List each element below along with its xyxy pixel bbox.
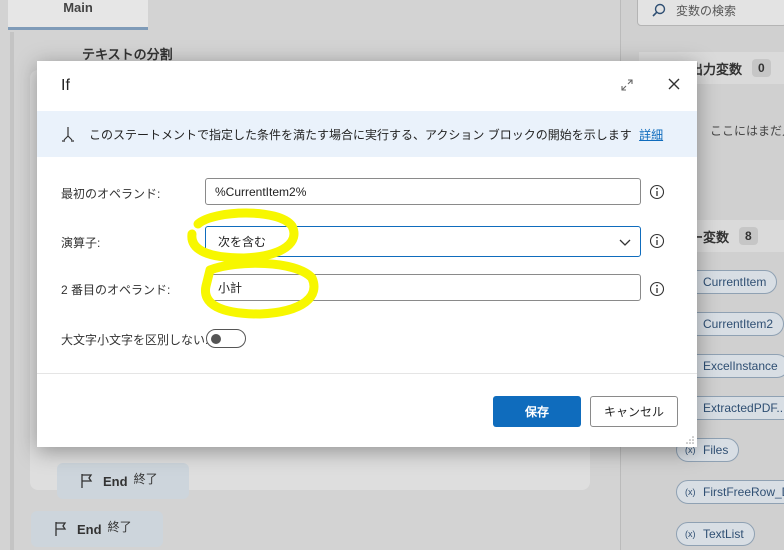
cancel-button[interactable]: キャンセル	[590, 396, 678, 427]
end-label: End	[103, 473, 128, 489]
dialog-title: If	[61, 77, 70, 94]
if-statement-icon	[62, 127, 74, 142]
second-operand-value: 小計	[218, 281, 243, 295]
variable-name: TextList	[703, 527, 744, 541]
end-label: End	[77, 521, 102, 537]
toggle-knob	[211, 334, 221, 344]
variable-name: ExtractedPDF...	[703, 401, 784, 415]
info-icon[interactable]	[649, 184, 665, 200]
info-band: このステートメントで指定した条件を満たす場合に実行する、アクション ブロックの開…	[37, 111, 697, 157]
search-icon	[652, 3, 666, 17]
search-placeholder: 変数の検索	[676, 3, 737, 18]
variable-chip[interactable]: (x) FirstFreeRow_D	[676, 480, 784, 504]
info-icon[interactable]	[649, 233, 665, 249]
variable-icon: (x)	[685, 529, 696, 539]
info-text: このステートメントで指定した条件を満たす場合に実行する、アクション ブロックの開…	[89, 127, 632, 142]
save-button[interactable]: 保存	[493, 396, 581, 427]
first-operand-input[interactable]: %CurrentItem2%	[205, 178, 641, 205]
io-variables-count: 0	[752, 59, 771, 77]
first-operand-label: 最初のオペランド:	[61, 187, 161, 201]
learn-more-link[interactable]: 詳細	[639, 128, 663, 142]
variable-name: CurrentItem2	[703, 317, 774, 331]
resize-grip-icon[interactable]	[685, 435, 695, 445]
end-block-outer[interactable]: End 終了	[31, 511, 163, 547]
flow-variables-count: 8	[739, 227, 758, 245]
variable-name: Files	[703, 443, 729, 457]
variable-icon: (x)	[685, 487, 696, 497]
operator-select[interactable]: 次を含む	[205, 226, 641, 257]
io-empty-note: ここにはまだ入力	[710, 124, 784, 138]
flag-icon	[81, 474, 93, 488]
variable-name: FirstFreeRow_D	[703, 485, 784, 499]
expand-icon[interactable]	[619, 77, 635, 93]
variable-name: CurrentItem	[703, 275, 767, 289]
chevron-down-icon	[619, 239, 631, 246]
variable-search-input[interactable]: 変数の検索	[637, 0, 784, 26]
info-icon[interactable]	[649, 281, 665, 297]
second-operand-label: 2 番目のオペランド:	[61, 283, 171, 297]
if-dialog: If このステートメントで指定した条件を満たす場合に実行する、アクション ブロッ…	[37, 61, 697, 447]
close-icon[interactable]	[665, 75, 683, 93]
ignore-case-toggle[interactable]	[206, 329, 246, 348]
variable-chip[interactable]: (x) TextList	[676, 522, 755, 546]
end-suffix: 終了	[133, 471, 158, 486]
ignore-case-label: 大文字小文字を区別しない:	[61, 333, 209, 347]
footer-divider	[37, 373, 697, 374]
operator-label: 演算子:	[61, 236, 101, 250]
tab-main[interactable]: Main	[8, 0, 148, 30]
second-operand-input[interactable]: 小計	[205, 274, 641, 301]
flag-icon	[55, 522, 67, 536]
operator-value: 次を含む	[218, 235, 267, 249]
end-block-inner[interactable]: End 終了	[57, 463, 189, 499]
end-suffix: 終了	[107, 519, 132, 534]
variable-name: ExcelInstance	[703, 359, 778, 373]
